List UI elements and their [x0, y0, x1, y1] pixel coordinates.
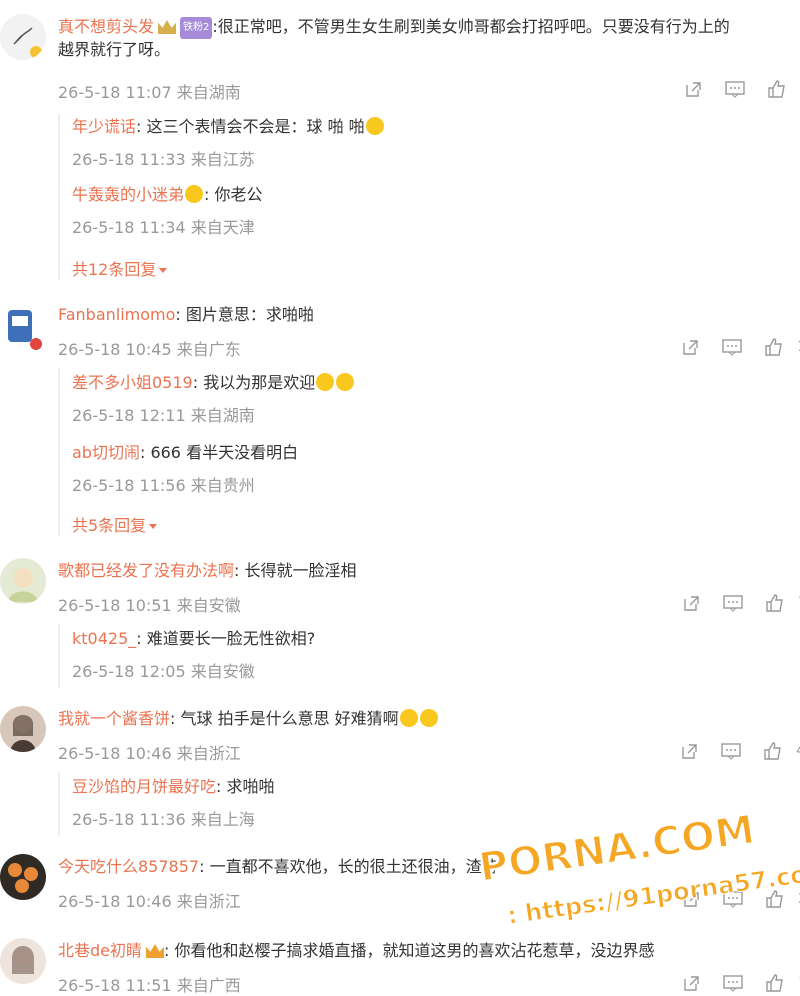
- fan-badge: 铁粉2: [180, 17, 213, 39]
- comment-meta: 26-5-18 10:46 来自浙江: [58, 744, 241, 763]
- reply-text: : 难道要长一脸无性欲相?: [136, 629, 316, 648]
- more-replies-label: 共12条回复: [72, 260, 157, 279]
- reply-text: : 666 看半天没看明白: [139, 443, 299, 462]
- comment-text: : 长得就一脸淫相: [234, 561, 357, 580]
- crown-icon: [158, 20, 177, 34]
- reply-meta: 26-5-18 11:33 来自江苏: [72, 150, 255, 169]
- reply-meta: 26-5-18 11:56 来自贵州: [72, 476, 255, 495]
- emoji-icon: [316, 373, 335, 391]
- fruit-avatar-icon: [8, 863, 38, 893]
- more-replies-label: 共5条回复: [72, 516, 147, 535]
- reply-username[interactable]: kt0425_: [72, 629, 136, 648]
- emoji-icon: [185, 185, 204, 203]
- comment-meta: 26-5-18 11:51 来自广西: [58, 976, 241, 995]
- reply-meta: 26-5-18 12:11 来自湖南: [72, 406, 255, 425]
- share-icon[interactable]: [670, 592, 712, 614]
- reply-meta: 26-5-18 11:34 来自天津: [72, 218, 255, 237]
- avatar[interactable]: [0, 854, 46, 900]
- comment-meta: 26-5-18 10:46 来自浙江: [58, 892, 241, 911]
- comment-meta: 26-5-18 10:45 来自广东: [58, 340, 241, 359]
- like-icon[interactable]: [754, 888, 796, 910]
- reply-username[interactable]: 牛轰轰的小迷弟: [72, 185, 184, 204]
- like-icon[interactable]: [753, 336, 795, 358]
- share-icon[interactable]: [669, 336, 711, 358]
- avatar[interactable]: [0, 304, 46, 350]
- username[interactable]: 今天吃什么857857: [58, 857, 199, 876]
- comment-icon[interactable]: [712, 592, 754, 614]
- comment-6: 北巷de初睛 : 你看他和赵樱子搞求婚直播，就知道这男的喜欢沾花惹草，没边界感 2…: [0, 932, 800, 995]
- bus-avatar-icon: [8, 310, 42, 350]
- photo-avatar-icon: [10, 715, 36, 752]
- comment-2: Fanbanlimomo: 图片意思：求啪啪 26-5-18 10:45 来自广…: [0, 296, 800, 546]
- signature-avatar-icon: [13, 27, 42, 58]
- reply-meta: 26-5-18 11:36 来自上海: [72, 810, 255, 829]
- share-icon[interactable]: [670, 972, 712, 994]
- username[interactable]: 北巷de初睛: [58, 941, 142, 960]
- comment-icon[interactable]: [712, 972, 754, 994]
- comment-5: 今天吃什么857857: 一直都不喜欢他，长的很土还很油，渣持 26-5-18 …: [0, 848, 800, 928]
- reply-thread: 年少谎话: 这三个表情会不会是：球 啪 啪 26-5-18 11:33 来自江苏 …: [58, 114, 800, 280]
- more-replies-button[interactable]: 共12条回复: [72, 256, 168, 280]
- reply-thread: 豆沙馅的月饼最好吃: 求啪啪 26-5-18 11:36 来自上海: [58, 772, 800, 836]
- comment-4: 我就一个酱香饼: 气球 拍手是什么意思 好难猜啊 26-5-18 10:46 来…: [0, 700, 800, 840]
- avatar[interactable]: [0, 706, 46, 752]
- girl-avatar-icon: [12, 946, 34, 974]
- comment-text: : 一直都不喜欢他，长的很土还很油，渣持: [199, 857, 498, 876]
- like-icon[interactable]: [752, 740, 794, 762]
- avatar[interactable]: [0, 938, 46, 984]
- comment-text: : 气球 拍手是什么意思 好难猜啊: [170, 709, 399, 728]
- comment-meta: 26-5-18 11:07 来自湖南: [58, 83, 241, 102]
- crown-icon: [146, 944, 165, 958]
- comment-meta: 26-5-18 10:51 来自安徽: [58, 596, 241, 615]
- emoji-icon: [336, 373, 355, 391]
- avatar[interactable]: [0, 558, 46, 604]
- reply-text: : 这三个表情会不会是：球 啪 啪: [136, 117, 365, 136]
- comment-text-line2: 越界就行了呀。: [58, 40, 171, 59]
- reply-username[interactable]: 豆沙馅的月饼最好吃: [72, 777, 216, 796]
- comment-icon[interactable]: [712, 888, 754, 910]
- avatar[interactable]: [0, 14, 46, 60]
- comment-3: 歌都已经发了没有办法啊: 长得就一脸淫相 26-5-18 10:51 来自安徽 …: [0, 552, 800, 692]
- dropdown-arrow-icon: [159, 268, 168, 273]
- cartoon-avatar-icon: [8, 568, 38, 602]
- comment-1: 真不想剪头发 铁粉2:很正常吧，不管男生女生刷到美女帅哥都会打招呼吧。只要没有行为…: [0, 0, 800, 290]
- username[interactable]: 真不想剪头发: [58, 17, 154, 36]
- comment-icon[interactable]: [714, 78, 756, 100]
- like-icon[interactable]: [756, 78, 798, 100]
- reply-username[interactable]: ab切切闹: [72, 443, 140, 462]
- reply-meta: 26-5-18 12:05 来自安徽: [72, 662, 255, 681]
- dropdown-arrow-icon: [149, 524, 158, 529]
- emoji-icon: [419, 709, 438, 727]
- reply-thread: 差不多小姐0519: 我以为那是欢迎 26-5-18 12:11 来自湖南 ab切…: [58, 368, 800, 536]
- reply-username[interactable]: 年少谎话: [72, 117, 136, 136]
- share-icon[interactable]: [668, 740, 710, 762]
- comment-text: : 你看他和赵樱子搞求婚直播，就知道这男的喜欢沾花惹草，没边界感: [164, 941, 655, 960]
- emoji-icon: [399, 709, 418, 727]
- comment-icon[interactable]: [711, 336, 753, 358]
- like-icon[interactable]: [754, 972, 796, 994]
- reply-text: : 你老公: [204, 185, 263, 204]
- like-count: 41: [796, 743, 800, 759]
- comment-text: :很正常吧，不管男生女生刷到美女帅哥都会打招呼吧。只要没有行为上的: [212, 17, 730, 36]
- username[interactable]: Fanbanlimomo: [58, 305, 175, 324]
- like-icon[interactable]: [754, 592, 796, 614]
- comment-icon[interactable]: [710, 740, 752, 762]
- comment-text: : 图片意思：求啪啪: [175, 305, 314, 324]
- reply-text: : 求啪啪: [216, 777, 275, 796]
- username[interactable]: 歌都已经发了没有办法啊: [58, 561, 234, 580]
- emoji-icon: [365, 117, 384, 135]
- more-replies-button[interactable]: 共5条回复: [72, 512, 158, 536]
- reply-thread: kt0425_: 难道要长一脸无性欲相? 26-5-18 12:05 来自安徽: [58, 624, 800, 688]
- share-icon[interactable]: [670, 888, 712, 910]
- share-icon[interactable]: [672, 78, 714, 100]
- reply-text: : 我以为那是欢迎: [192, 373, 316, 392]
- username[interactable]: 我就一个酱香饼: [58, 709, 170, 728]
- reply-username[interactable]: 差不多小姐0519: [72, 373, 193, 392]
